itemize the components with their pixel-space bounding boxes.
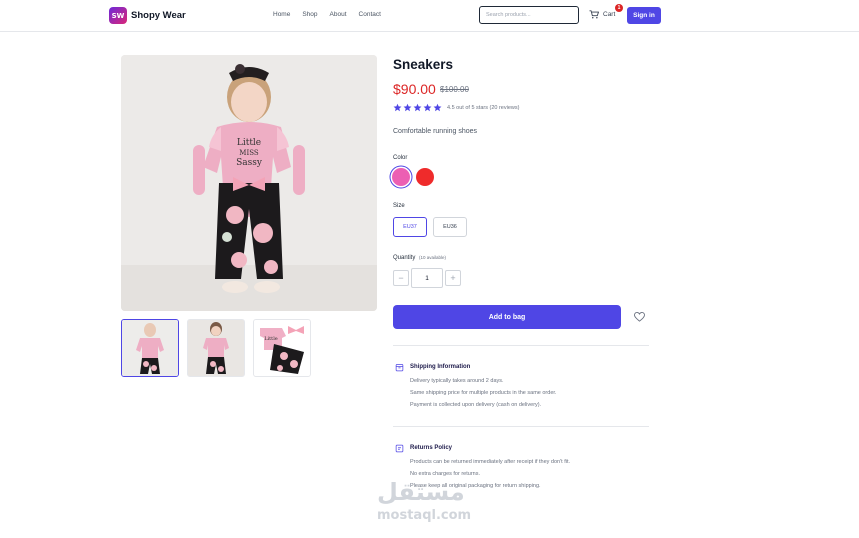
heart-icon[interactable] — [634, 312, 645, 322]
color-swatch-red[interactable] — [416, 168, 434, 186]
star-icon — [413, 103, 422, 112]
nav-link-about[interactable]: About — [330, 11, 347, 18]
rating-text: 4.5 out of 5 stars (20 reviews) — [447, 105, 520, 111]
divider — [393, 426, 649, 427]
available-count: (10 available) — [419, 255, 447, 260]
cart-label: Cart — [603, 11, 616, 18]
product-photo-illustration: Little MISS Sassy — [121, 55, 377, 311]
size-option-eu36[interactable]: EU36 — [433, 217, 467, 237]
size-option-eu37[interactable]: EU37 — [393, 217, 427, 237]
returns-policy-title: Returns Policy — [410, 445, 453, 451]
sign-in-button[interactable]: Sign in — [627, 7, 661, 24]
quantity-increment-button[interactable]: + — [445, 270, 461, 286]
shipping-info-line: Same shipping price for multiple product… — [410, 390, 557, 396]
product-price: $90.00 — [393, 81, 436, 97]
color-label: Color — [393, 155, 408, 161]
size-label: Size — [393, 203, 405, 209]
return-icon — [395, 444, 404, 453]
product-original-price: $100.00 — [440, 85, 469, 94]
quantity-label: Quantity (10 available) — [393, 255, 446, 261]
star-icon — [403, 103, 412, 112]
rating-stars — [393, 103, 442, 112]
thumbnail-2[interactable] — [187, 319, 245, 377]
shipping-info-line: Delivery typically takes around 2 days. — [410, 378, 504, 384]
svg-text:Little: Little — [237, 138, 261, 148]
product-title: Sneakers — [393, 57, 454, 72]
product-description: Comfortable running shoes — [393, 128, 478, 135]
navbar: SW Shopy Wear Home Shop About Contact Ca… — [0, 0, 859, 32]
cart-icon — [589, 10, 599, 19]
star-icon — [423, 103, 432, 112]
shipping-info-line: Payment is collected upon delivery (cash… — [410, 402, 542, 408]
star-icon — [393, 103, 402, 112]
brand-name[interactable]: Shopy Wear — [131, 10, 186, 21]
cart-button[interactable]: Cart — [589, 10, 615, 19]
svg-text:Little: Little — [264, 336, 278, 342]
search-input[interactable] — [479, 6, 579, 24]
quantity-label-text: Quantity — [393, 255, 416, 261]
color-swatch-pink[interactable] — [392, 168, 410, 186]
nav-link-contact[interactable]: Contact — [359, 11, 381, 18]
product-main-image[interactable]: Little MISS Sassy — [121, 55, 377, 311]
add-to-bag-button[interactable]: Add to bag — [393, 305, 621, 329]
returns-policy-line: Products can be returned immediately aft… — [410, 459, 571, 465]
thumbnail-illustration — [122, 320, 178, 376]
truck-icon — [395, 364, 404, 372]
watermark-domain: mostaql.com — [377, 508, 472, 523]
quantity-input[interactable]: 1 — [411, 268, 443, 288]
returns-policy-line: No extra charges for returns. — [410, 471, 481, 477]
divider — [393, 345, 649, 346]
cart-count-badge: 1 — [615, 4, 623, 12]
thumbnail-illustration: Little — [254, 320, 310, 376]
watermark-logo: مستقل — [377, 478, 466, 506]
thumbnail-1[interactable] — [121, 319, 179, 377]
shipping-info-title: Shipping Information — [410, 364, 471, 370]
svg-text:Sassy: Sassy — [236, 158, 263, 168]
quantity-decrement-button[interactable]: − — [393, 270, 409, 286]
thumbnail-3[interactable]: Little — [253, 319, 311, 377]
logo-badge[interactable]: SW — [109, 7, 127, 24]
nav-links: Home Shop About Contact — [273, 11, 393, 18]
svg-text:MISS: MISS — [239, 149, 259, 157]
star-icon — [433, 103, 442, 112]
thumbnail-illustration — [188, 320, 244, 376]
nav-link-shop[interactable]: Shop — [302, 11, 317, 18]
nav-link-home[interactable]: Home — [273, 11, 290, 18]
